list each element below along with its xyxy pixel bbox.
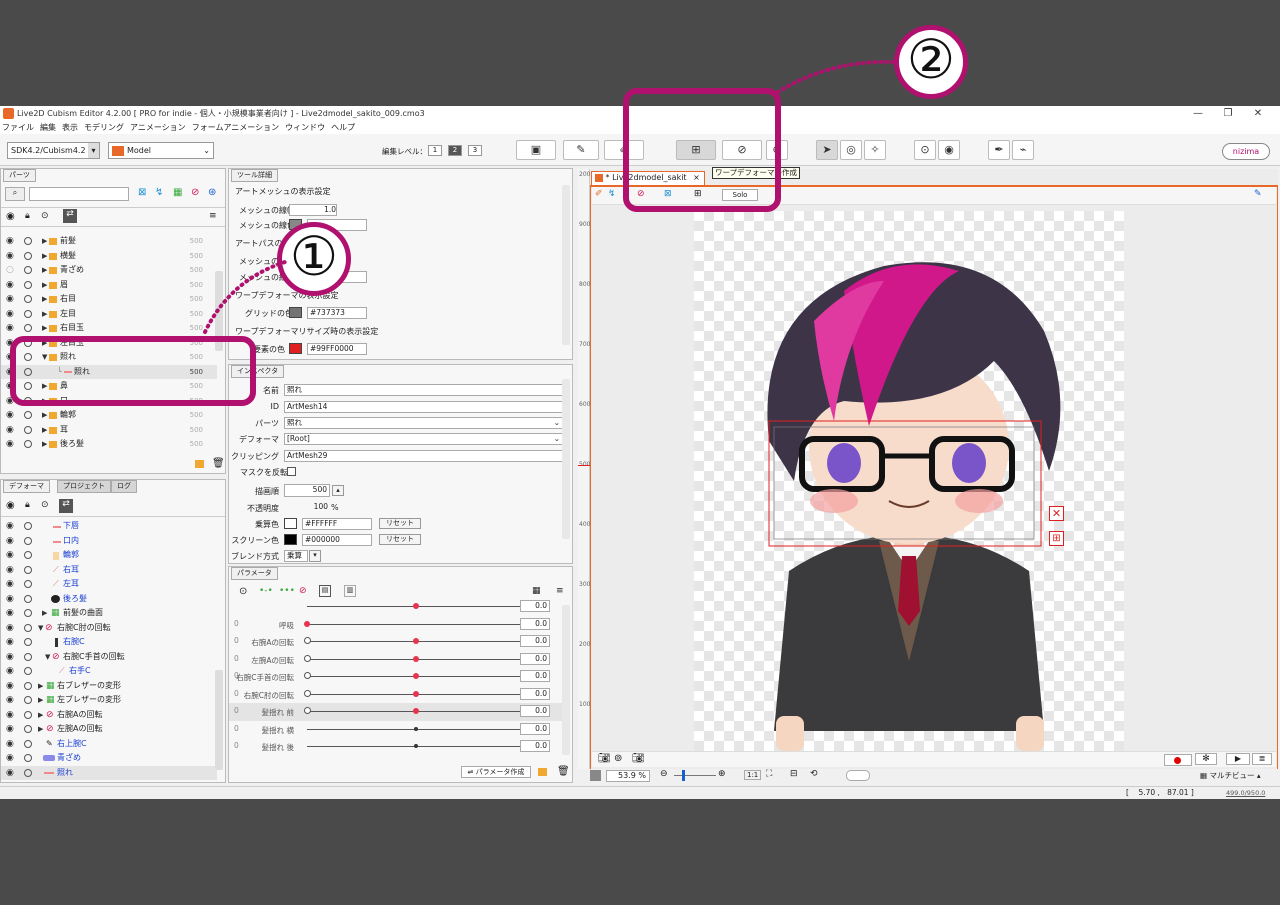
callout-connector-1 xyxy=(203,260,287,334)
callout-box-2 xyxy=(623,88,781,212)
callout-number-2: ② xyxy=(894,25,968,99)
callout-connector-2 xyxy=(776,59,895,94)
